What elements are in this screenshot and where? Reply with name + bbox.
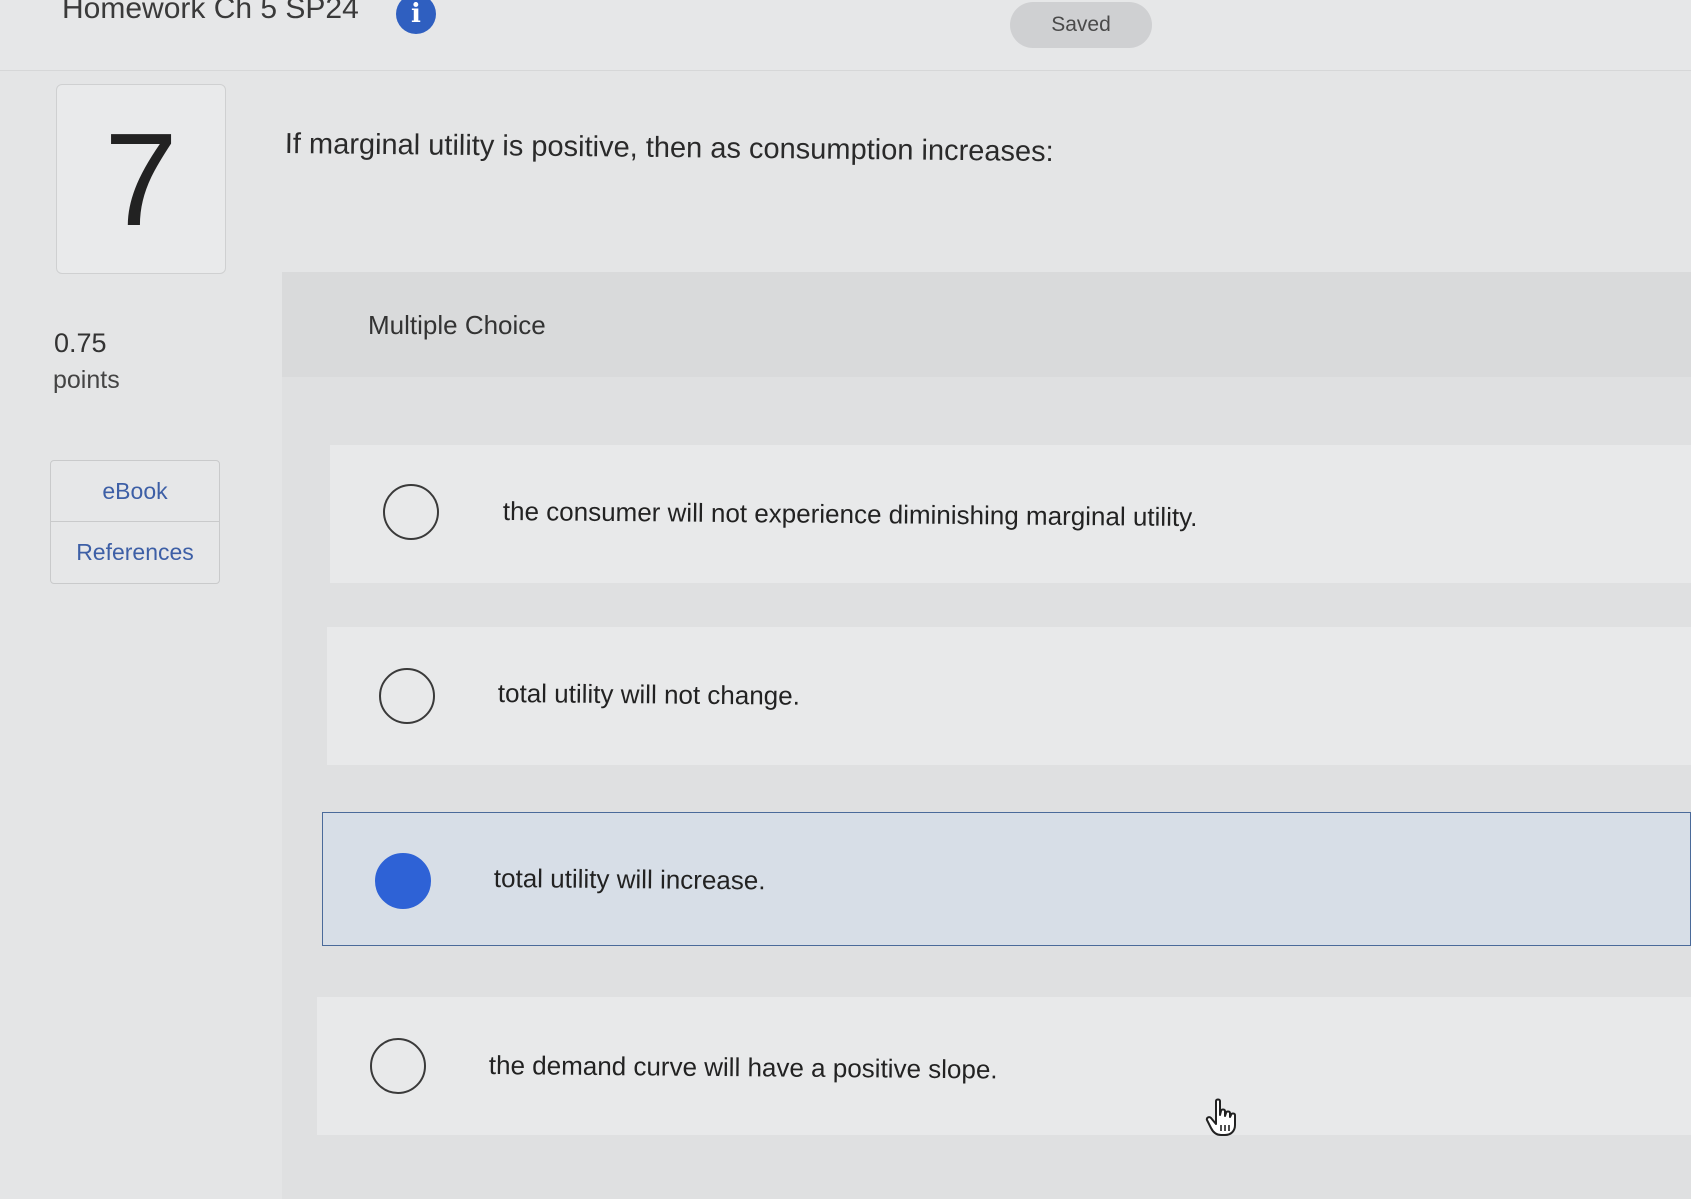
question-tools: eBook References <box>50 460 220 584</box>
answer-option-4[interactable]: the demand curve will have a positive sl… <box>317 997 1691 1135</box>
answer-option-text: the demand curve will have a positive sl… <box>488 1050 998 1085</box>
hand-cursor-icon <box>1205 1098 1236 1136</box>
answer-option-text: total utility will not change. <box>497 678 801 711</box>
radio-button-4[interactable] <box>370 1038 426 1094</box>
question-number: 7 <box>56 84 226 274</box>
radio-button-2[interactable] <box>379 668 435 724</box>
answer-option-2[interactable]: total utility will not change. <box>327 627 1691 765</box>
answer-option-text: total utility will increase. <box>493 863 766 896</box>
answer-option-text: the consumer will not experience diminis… <box>502 496 1198 533</box>
answer-option-1[interactable]: the consumer will not experience diminis… <box>330 445 1691 583</box>
saved-status-badge: Saved <box>1010 2 1152 48</box>
radio-button-3[interactable] <box>375 853 431 909</box>
question-type-label: Multiple Choice <box>368 310 546 340</box>
points-label: points <box>53 366 120 394</box>
question-prompt: If marginal utility is positive, then as… <box>284 128 1054 169</box>
assignment-title: Homework Ch 5 SP24 <box>62 0 359 25</box>
points-value: 0.75 <box>54 328 107 358</box>
ebook-link[interactable]: eBook <box>51 461 219 522</box>
references-link[interactable]: References <box>51 522 219 582</box>
answer-option-3[interactable]: total utility will increase. <box>322 812 1691 946</box>
radio-button-1[interactable] <box>383 484 439 540</box>
